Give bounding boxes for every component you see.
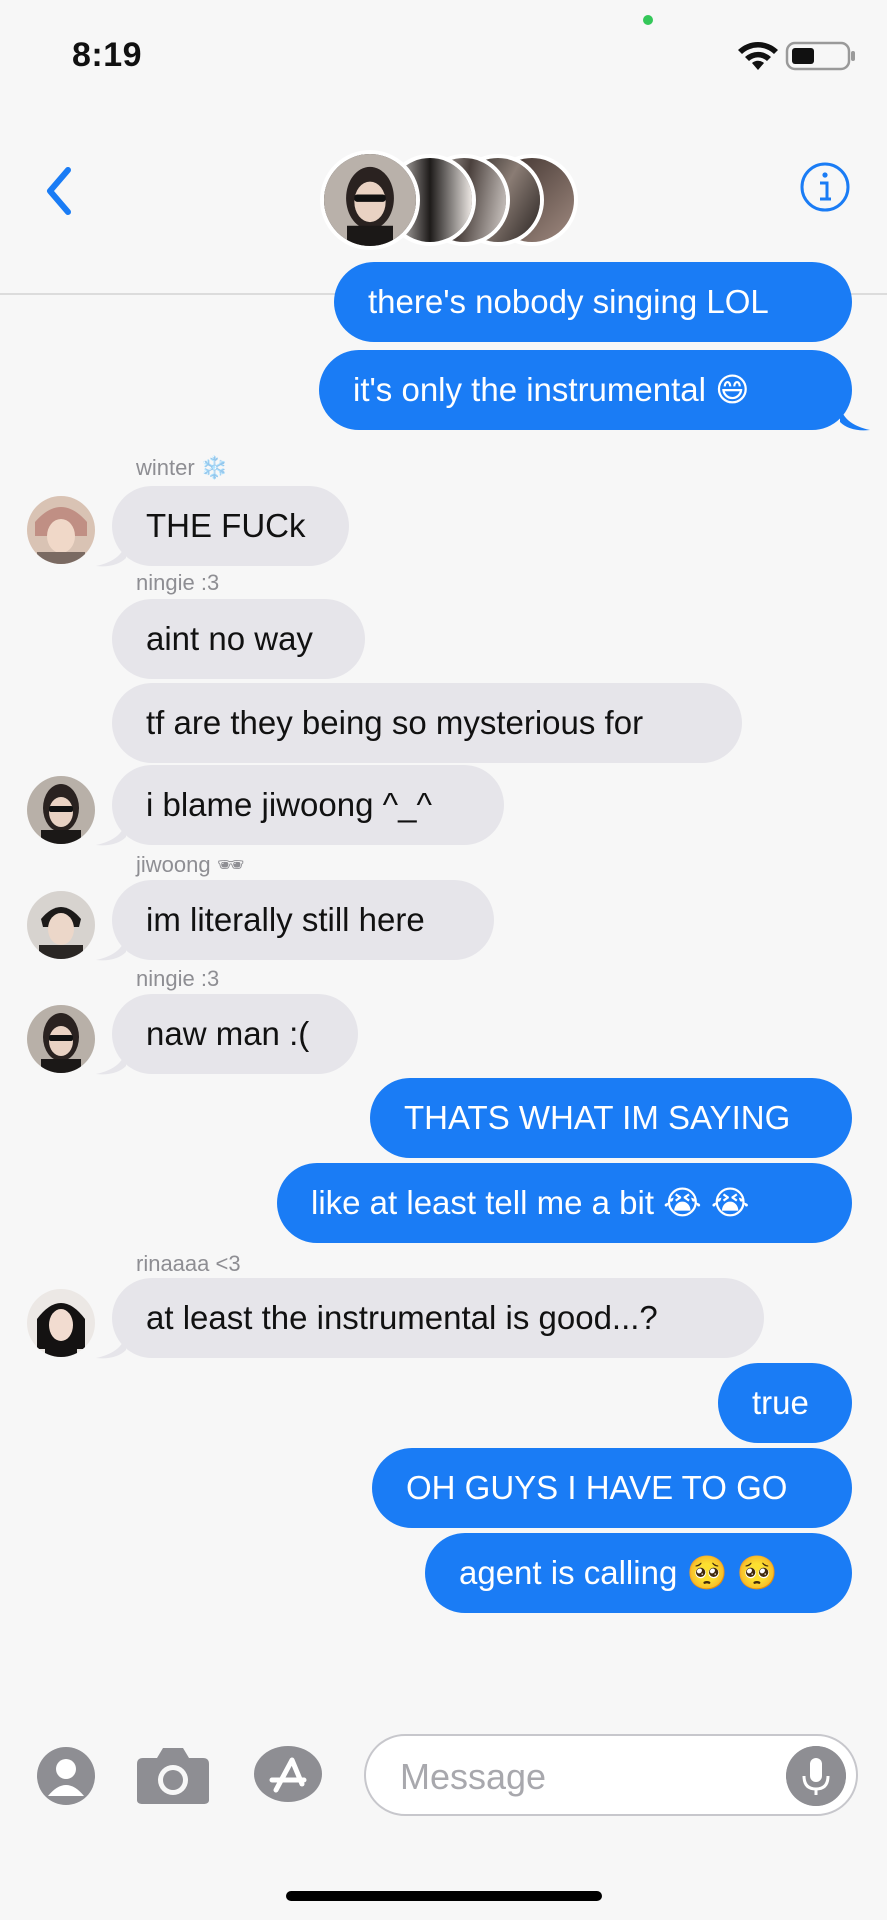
received-message-bubble[interactable]: tf are they being so mysterious for — [112, 683, 742, 763]
sender-name: ningie :3 — [136, 966, 220, 991]
back-chevron-icon[interactable] — [38, 160, 82, 222]
camera-indicator-dot — [643, 15, 653, 25]
sent-message-bubble[interactable]: THATS WHAT IM SAYING — [370, 1078, 852, 1158]
sender-avatar[interactable] — [27, 891, 95, 959]
sent-message-bubble[interactable]: like at least tell me a bit 😭 😭 — [277, 1163, 852, 1243]
sent-message-bubble[interactable]: agent is calling 🥺 🥺 — [425, 1533, 852, 1613]
bubble-tail — [840, 404, 870, 431]
app-store-icon[interactable] — [252, 1744, 332, 1804]
message-input[interactable]: Message — [364, 1734, 858, 1816]
wifi-icon — [738, 42, 778, 70]
bubble-tail — [96, 1332, 126, 1359]
received-message-bubble[interactable]: THE FUCk — [112, 486, 349, 566]
sent-message-bubble[interactable]: true — [718, 1363, 852, 1443]
home-indicator[interactable] — [286, 1891, 602, 1901]
message-list[interactable]: there's nobody singing LOL it's only the… — [0, 262, 887, 1716]
bubble-tail — [96, 819, 126, 846]
battery-icon — [785, 41, 855, 71]
sender-name: ningie :3 — [136, 570, 220, 595]
group-member-avatar — [320, 150, 420, 250]
sent-message-bubble[interactable]: OH GUYS I HAVE TO GO — [372, 1448, 852, 1528]
message-placeholder: Message — [400, 1756, 547, 1797]
sender-avatar[interactable] — [27, 1005, 95, 1073]
received-message-bubble[interactable]: aint no way — [112, 599, 365, 679]
group-avatar-stack[interactable] — [320, 150, 590, 250]
compose-bar: Message — [0, 1716, 887, 1920]
received-message-bubble[interactable]: im literally still here — [112, 880, 494, 960]
sender-name: rinaaaa <3 — [136, 1251, 241, 1276]
sent-message-bubble[interactable]: there's nobody singing LOL — [334, 262, 852, 342]
sender-avatar[interactable] — [27, 776, 95, 844]
status-time: 8:19 — [72, 36, 143, 74]
bubble-tail — [96, 1048, 126, 1075]
sender-name: winter ❄️ — [136, 455, 229, 480]
microphone-icon[interactable] — [786, 1746, 846, 1806]
status-bar: 8:19 — [0, 0, 887, 110]
info-icon[interactable] — [798, 160, 852, 214]
sent-message-bubble[interactable]: it's only the instrumental 😄 — [319, 350, 852, 430]
screen: 8:19 there's nobody singing LOL it's onl… — [0, 0, 887, 1920]
contact-icon[interactable] — [36, 1746, 96, 1806]
bubble-tail — [96, 540, 126, 567]
sender-avatar[interactable] — [27, 1289, 95, 1357]
received-message-bubble[interactable]: naw man :( — [112, 994, 358, 1074]
camera-icon[interactable] — [135, 1744, 211, 1806]
sender-avatar[interactable] — [27, 496, 95, 564]
bubble-tail — [96, 934, 126, 961]
received-message-bubble[interactable]: i blame jiwoong ^_^ — [112, 765, 504, 845]
sender-name: jiwoong 🕶 — [136, 852, 245, 877]
received-message-bubble[interactable]: at least the instrumental is good...? — [112, 1278, 764, 1358]
